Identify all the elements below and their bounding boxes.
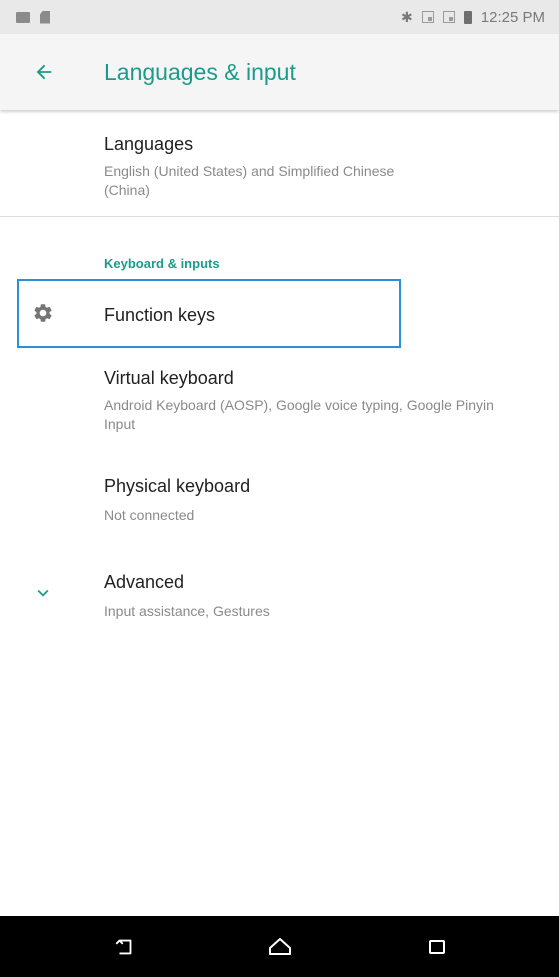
list-item-physical-keyboard[interactable]: Physical keyboard Not connected	[0, 456, 559, 550]
image-icon	[16, 11, 30, 23]
status-left	[16, 10, 50, 24]
selection-highlight	[17, 279, 401, 348]
battery-icon	[463, 10, 472, 24]
section-header-keyboard: Keyboard & inputs	[104, 256, 220, 271]
list-item-advanced[interactable]: Advanced Input assistance, Gestures	[0, 552, 559, 642]
physical-keyboard-subtitle: Not connected	[104, 507, 195, 523]
physical-keyboard-title: Physical keyboard	[104, 476, 251, 496]
nav-recents-button[interactable]	[420, 930, 454, 964]
languages-title: Languages	[104, 134, 194, 154]
recents-icon	[429, 940, 445, 954]
sd-card-icon	[40, 10, 50, 24]
virtual-keyboard-subtitle: Android Keyboard (AOSP), Google voice ty…	[104, 397, 494, 432]
advanced-title: Advanced	[104, 572, 185, 592]
status-time: 12:25 PM	[480, 8, 545, 26]
page-title: Languages & input	[104, 59, 296, 85]
languages-subtitle: English (United States) and Simplified C…	[104, 163, 395, 198]
chevron-down-icon	[37, 589, 49, 597]
list-item-languages[interactable]: Languages English (United States) and Si…	[0, 110, 559, 216]
app-bar: Languages & input	[0, 34, 559, 110]
nav-back-button[interactable]	[108, 930, 142, 964]
navigation-bar	[0, 916, 559, 977]
virtual-keyboard-title: Virtual keyboard	[104, 368, 234, 388]
advanced-subtitle: Input assistance, Gestures	[104, 603, 270, 619]
signal-icon	[442, 11, 455, 23]
signal-icon	[421, 11, 434, 23]
home-icon	[269, 938, 291, 955]
status-right: ✱ 12:25 PM	[401, 9, 545, 26]
arrow-back-icon	[36, 64, 52, 80]
status-bar: ✱ 12:25 PM	[0, 0, 559, 34]
advanced-icon-wrap	[32, 582, 54, 604]
divider	[0, 216, 559, 217]
nav-home-button[interactable]	[263, 930, 297, 964]
back-nav-icon	[115, 939, 132, 955]
back-button[interactable]	[30, 58, 58, 86]
list-item-virtual-keyboard[interactable]: Virtual keyboard Android Keyboard (AOSP)…	[0, 350, 559, 456]
bluetooth-icon: ✱	[401, 9, 413, 25]
